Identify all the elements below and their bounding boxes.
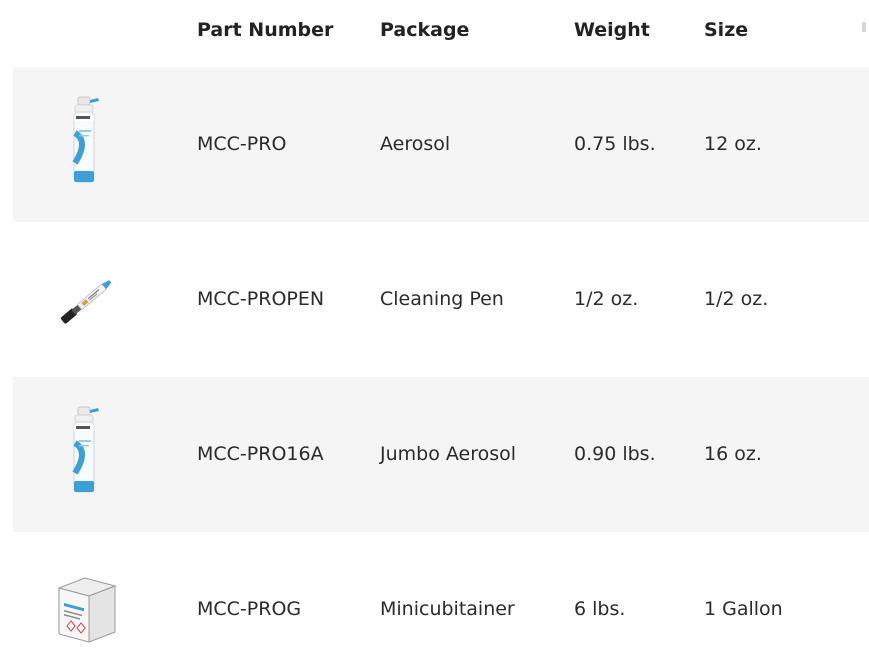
table-row: MCC-PRO Aerosol 0.75 lbs. 12 oz. <box>13 67 869 222</box>
cell-part-number: MCC-PRO <box>197 133 287 155</box>
aerosol-can-icon <box>53 95 123 195</box>
product-table: Part Number Package Weight Size MCC-PRO … <box>0 0 869 657</box>
header-size: Size <box>704 19 749 41</box>
header-package: Package <box>380 19 470 41</box>
cell-package: Aerosol <box>380 133 451 155</box>
cell-weight: 1/2 oz. <box>574 288 639 310</box>
header-overflow-column <box>862 22 866 32</box>
table-row: MCC-PROPEN Cleaning Pen 1/2 oz. 1/2 oz. <box>13 222 869 377</box>
cell-size: 12 oz. <box>704 133 762 155</box>
cell-size: 1/2 oz. <box>704 288 769 310</box>
header-part-number: Part Number <box>197 19 334 41</box>
table-row: MCC-PRO16A Jumbo Aerosol 0.90 lbs. 16 oz… <box>13 377 869 532</box>
minicubitainer-box-icon <box>53 560 123 657</box>
cell-part-number: MCC-PROG <box>197 598 302 620</box>
cell-weight: 0.90 lbs. <box>574 443 656 465</box>
cell-package: Cleaning Pen <box>380 288 504 310</box>
cell-part-number: MCC-PROPEN <box>197 288 325 310</box>
table-header: Part Number Package Weight Size <box>0 0 869 67</box>
cell-weight: 0.75 lbs. <box>574 133 656 155</box>
cleaning-pen-icon <box>53 250 123 350</box>
header-weight: Weight <box>574 19 650 41</box>
cell-size: 1 Gallon <box>704 598 783 620</box>
cell-weight: 6 lbs. <box>574 598 626 620</box>
cell-package: Minicubitainer <box>380 598 515 620</box>
aerosol-can-icon <box>53 405 123 505</box>
cell-size: 16 oz. <box>704 443 762 465</box>
table-row: MCC-PROG Minicubitainer 6 lbs. 1 Gallon <box>13 532 869 657</box>
cell-package: Jumbo Aerosol <box>380 443 517 465</box>
cell-part-number: MCC-PRO16A <box>197 443 324 465</box>
